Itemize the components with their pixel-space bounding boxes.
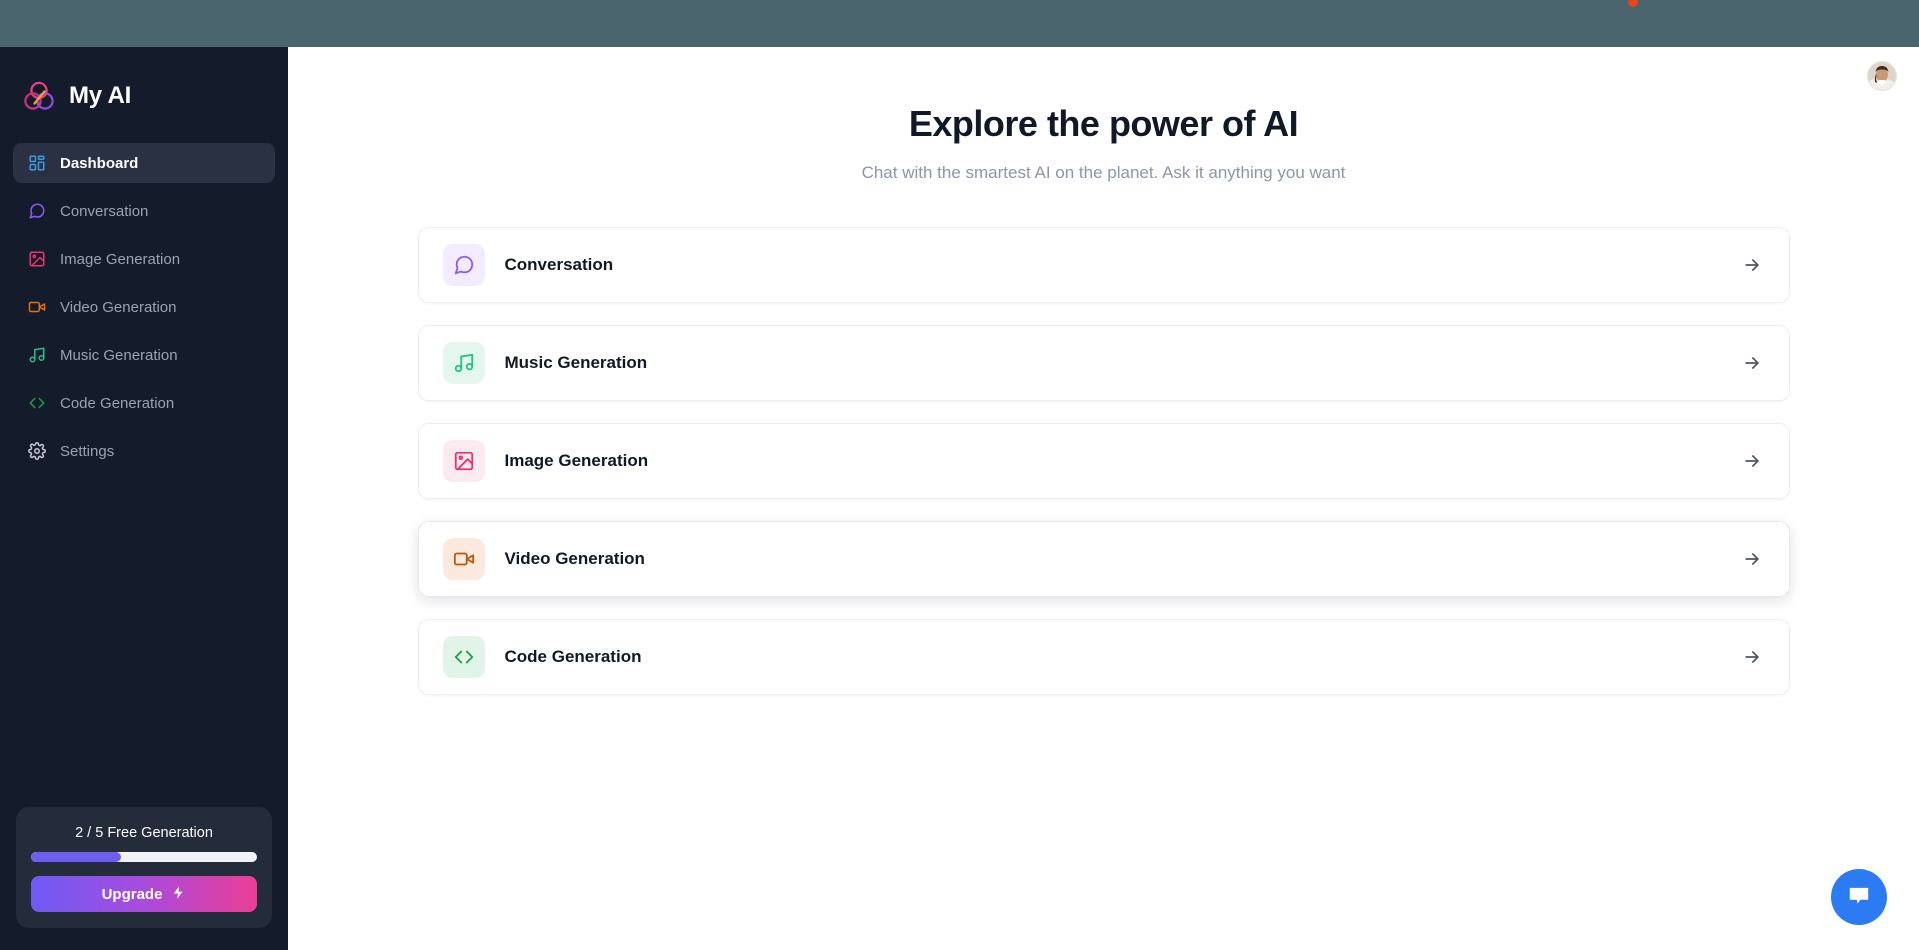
gear-icon xyxy=(27,442,46,461)
feature-card-label: Music Generation xyxy=(504,353,648,372)
sidebar-item-music-generation[interactable]: Music Generation xyxy=(13,335,275,375)
layout-grid-icon xyxy=(27,154,46,173)
arrow-right-icon[interactable] xyxy=(1741,646,1763,668)
feature-card-video-generation[interactable]: Video Generation xyxy=(417,521,1790,597)
page-subtitle: Chat with the smartest AI on the planet.… xyxy=(861,163,1346,182)
sidebar-item-label: Code Generation xyxy=(60,394,175,412)
sidebar-item-video-generation[interactable]: Video Generation xyxy=(13,287,275,327)
code-brackets-icon xyxy=(442,636,485,678)
brand-title: My AI xyxy=(69,81,132,109)
sidebar-item-label: Settings xyxy=(60,442,115,460)
sidebar-item-label: Music Generation xyxy=(60,346,178,364)
venn-circles-logo-icon xyxy=(24,81,54,110)
main-content: Explore the power of AI Chat with the sm… xyxy=(288,47,1919,950)
feature-card-label: Code Generation xyxy=(504,647,642,666)
upgrade-card: 2 / 5 Free Generation Upgrade xyxy=(16,807,272,928)
image-icon xyxy=(442,440,485,482)
message-square-icon xyxy=(27,202,46,221)
free-generation-count: 2 / 5 Free Generation xyxy=(75,825,213,841)
feature-card-music-generation[interactable]: Music Generation xyxy=(417,325,1790,401)
chat-bubble-icon xyxy=(1846,883,1872,912)
sidebar-item-conversation[interactable]: Conversation xyxy=(13,191,275,231)
arrow-right-icon[interactable] xyxy=(1741,548,1763,570)
sidebar-item-image-generation[interactable]: Image Generation xyxy=(13,239,275,279)
video-camera-icon xyxy=(27,298,46,317)
system-top-bar xyxy=(0,0,1919,47)
feature-card-list: Conversation Music Generation Image Gene… xyxy=(417,227,1790,695)
music-note-icon xyxy=(27,346,46,365)
page-title: Explore the power of AI xyxy=(908,103,1299,144)
video-camera-icon xyxy=(442,538,485,580)
sidebar-item-dashboard[interactable]: Dashboard xyxy=(13,143,275,183)
image-icon xyxy=(27,250,46,269)
arrow-right-icon[interactable] xyxy=(1741,352,1763,374)
music-note-icon xyxy=(442,342,485,384)
sidebar: My AI Dashboard Conversation Image Gener… xyxy=(0,47,288,950)
sidebar-item-settings[interactable]: Settings xyxy=(13,431,275,471)
sidebar-item-label: Conversation xyxy=(60,202,149,220)
progress-fill xyxy=(31,852,122,862)
upgrade-button[interactable]: Upgrade xyxy=(31,876,257,912)
avatar[interactable] xyxy=(1867,61,1897,91)
feature-card-image-generation[interactable]: Image Generation xyxy=(417,423,1790,499)
feature-card-conversation[interactable]: Conversation xyxy=(417,227,1790,303)
feature-card-label: Image Generation xyxy=(504,451,649,470)
arrow-right-icon[interactable] xyxy=(1741,254,1763,276)
upgrade-button-label: Upgrade xyxy=(101,885,163,903)
cursor-indicator-dot xyxy=(1628,0,1638,7)
sidebar-nav: Dashboard Conversation Image Generation xyxy=(0,143,288,471)
sidebar-item-label: Video Generation xyxy=(60,298,177,316)
user-avatar-image xyxy=(1868,62,1896,90)
free-generation-progress-bar xyxy=(31,852,257,862)
lightning-bolt-icon xyxy=(171,885,186,904)
sidebar-item-code-generation[interactable]: Code Generation xyxy=(13,383,275,423)
sidebar-item-label: Dashboard xyxy=(60,154,139,172)
arrow-right-icon[interactable] xyxy=(1741,450,1763,472)
chat-support-button[interactable] xyxy=(1831,869,1887,925)
brand[interactable]: My AI xyxy=(0,47,288,119)
feature-card-code-generation[interactable]: Code Generation xyxy=(417,619,1790,695)
feature-card-label: Conversation xyxy=(504,255,614,274)
message-square-icon xyxy=(442,244,485,286)
code-brackets-icon xyxy=(27,394,46,413)
feature-card-label: Video Generation xyxy=(504,549,645,568)
sidebar-item-label: Image Generation xyxy=(60,250,181,268)
